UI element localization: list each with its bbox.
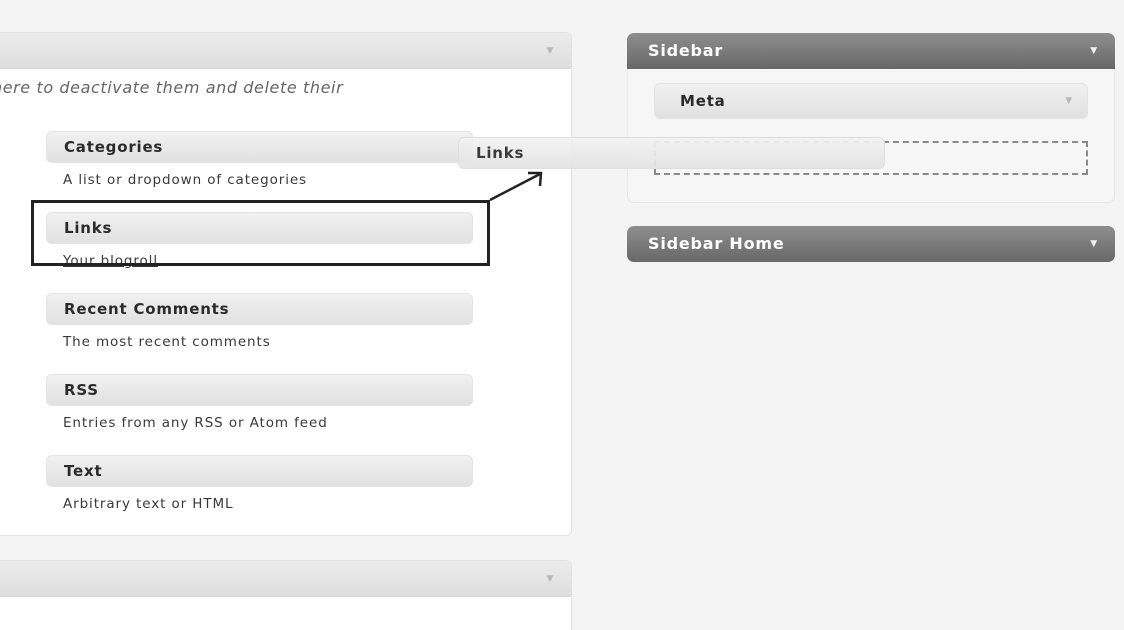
widget-recent-comments[interactable]: Recent Comments The most recent comments	[46, 293, 473, 350]
chevron-down-icon[interactable]: ▼	[1065, 84, 1073, 119]
widget-rss[interactable]: RSS Entries from any RSS or Atom feed	[46, 374, 473, 431]
widget-title[interactable]: Recent Comments	[46, 293, 473, 325]
inactive-widgets-panel: ▼	[0, 560, 572, 630]
sidebar-header[interactable]: Sidebar ▼	[627, 33, 1115, 69]
widget-text[interactable]: Text Arbitrary text or HTML	[46, 455, 473, 512]
widget-categories[interactable]: Categories A list or dropdown of categor…	[46, 131, 473, 188]
sidebar-area: Sidebar ▼ Meta ▼	[627, 33, 1115, 203]
dragging-widget-links[interactable]: Links	[458, 137, 885, 169]
sidebar-title: Sidebar	[648, 41, 724, 60]
chevron-down-icon[interactable]: ▼	[543, 573, 557, 585]
sidebar-home-header[interactable]: Sidebar Home ▼	[627, 226, 1115, 262]
highlight-box	[31, 200, 490, 266]
widget-description: Entries from any RSS or Atom feed	[63, 415, 328, 431]
widget-description: A list or dropdown of categories	[63, 172, 307, 188]
chevron-down-icon[interactable]: ▼	[1090, 226, 1098, 262]
widget-description: Arbitrary text or HTML	[63, 496, 234, 512]
chevron-down-icon[interactable]: ▼	[543, 45, 557, 57]
available-widgets-description: ck here to deactivate them and delete th…	[0, 78, 344, 97]
widget-description: The most recent comments	[63, 334, 271, 350]
sidebar-widget-meta[interactable]: Meta ▼	[654, 83, 1088, 119]
inactive-widgets-header[interactable]: ▼	[0, 561, 571, 597]
sidebar-title: Sidebar Home	[648, 234, 785, 253]
sidebar-drop-area[interactable]: Meta ▼	[627, 69, 1115, 203]
widget-title[interactable]: Categories	[46, 131, 473, 163]
widget-title[interactable]: Text	[46, 455, 473, 487]
chevron-down-icon[interactable]: ▼	[1090, 33, 1098, 69]
available-widgets-header[interactable]: ▼	[0, 33, 571, 69]
sidebar-home-area: Sidebar Home ▼	[627, 226, 1115, 264]
widget-title: Meta	[680, 92, 726, 110]
widget-title[interactable]: RSS	[46, 374, 473, 406]
drag-arrow-icon	[489, 171, 543, 202]
